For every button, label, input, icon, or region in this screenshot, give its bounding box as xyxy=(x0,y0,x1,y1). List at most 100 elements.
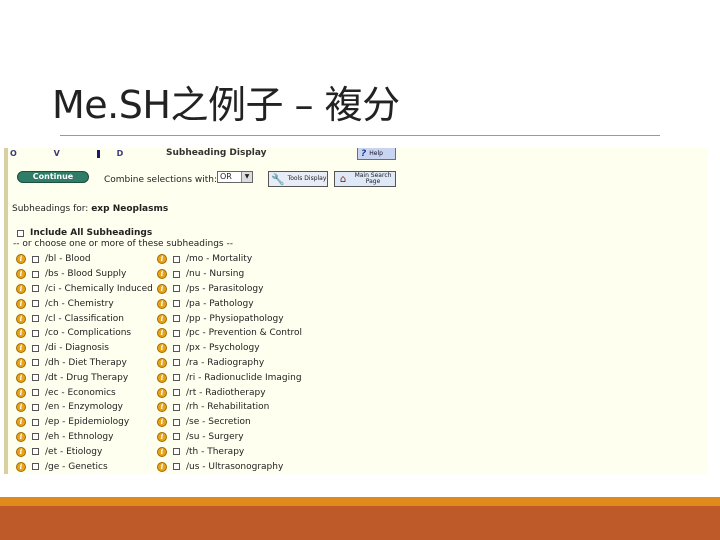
help-button[interactable]: ? Help xyxy=(357,148,396,160)
info-icon[interactable]: i xyxy=(16,402,26,413)
subheading-label: /ch - Chemistry xyxy=(45,298,114,309)
subheadings-for-prefix: Subheadings for: xyxy=(12,204,89,214)
info-icon[interactable]: i xyxy=(16,254,26,265)
info-icon[interactable]: i xyxy=(157,387,167,398)
info-icon[interactable]: i xyxy=(157,372,167,383)
screenshot-left-border xyxy=(4,148,8,474)
combine-operator-select[interactable]: OR ▼ xyxy=(217,171,253,183)
subheading-checkbox[interactable] xyxy=(173,344,180,352)
info-icon[interactable]: i xyxy=(16,283,26,294)
info-icon[interactable]: i xyxy=(157,357,167,368)
subheading-checkbox[interactable] xyxy=(173,389,180,397)
subheading-row: i/th - Therapy xyxy=(157,444,302,459)
info-icon[interactable]: i xyxy=(157,446,167,457)
info-icon[interactable]: i xyxy=(16,387,26,398)
subheading-checkbox[interactable] xyxy=(32,300,39,308)
info-icon[interactable]: i xyxy=(16,343,26,354)
info-icon[interactable]: i xyxy=(157,313,167,324)
subheading-label: /px - Psychology xyxy=(186,343,260,354)
subheading-row: i/pp - Physiopathology xyxy=(157,311,302,326)
subheading-checkbox[interactable] xyxy=(32,374,39,382)
help-icon: ? xyxy=(361,148,367,159)
info-icon[interactable]: i xyxy=(16,446,26,457)
info-icon[interactable]: i xyxy=(157,343,167,354)
subheading-row: i/dt - Drug Therapy xyxy=(16,370,153,385)
info-icon[interactable]: i xyxy=(16,417,26,428)
subheading-checkbox[interactable] xyxy=(32,389,39,397)
tools-display-button[interactable]: 🔧 Tools Display xyxy=(268,171,328,187)
subheading-checkbox[interactable] xyxy=(32,270,39,278)
subheading-checkbox[interactable] xyxy=(32,285,39,293)
subheading-checkbox[interactable] xyxy=(173,255,180,263)
subheading-checkbox[interactable] xyxy=(173,359,180,367)
subheading-checkbox[interactable] xyxy=(32,315,39,323)
info-icon[interactable]: i xyxy=(16,357,26,368)
subheading-checkbox[interactable] xyxy=(173,403,180,411)
subheading-checkbox[interactable] xyxy=(173,448,180,456)
info-icon[interactable]: i xyxy=(16,461,26,472)
subheading-checkbox[interactable] xyxy=(32,433,39,441)
subheading-checkbox[interactable] xyxy=(32,329,39,337)
subheading-label: /di - Diagnosis xyxy=(45,343,109,354)
subheading-checkbox[interactable] xyxy=(173,418,180,426)
subheading-row: i/co - Complications xyxy=(16,326,153,341)
main-search-page-button[interactable]: ⌂ Main Search Page xyxy=(334,171,396,187)
subheading-label: /ps - Parasitology xyxy=(186,283,264,294)
subheading-checkbox[interactable] xyxy=(32,448,39,456)
subheading-row: i/se - Secretion xyxy=(157,415,302,430)
title-divider xyxy=(60,135,660,136)
info-icon[interactable]: i xyxy=(16,313,26,324)
subheading-checkbox[interactable] xyxy=(32,255,39,263)
info-icon[interactable]: i xyxy=(157,417,167,428)
info-icon[interactable]: i xyxy=(16,298,26,309)
info-icon[interactable]: i xyxy=(16,328,26,339)
help-button-label: Help xyxy=(369,150,383,157)
subheading-checkbox[interactable] xyxy=(32,344,39,352)
subheading-label: /nu - Nursing xyxy=(186,269,245,280)
subheading-label: /ec - Economics xyxy=(45,387,116,398)
subheading-checkbox[interactable] xyxy=(173,315,180,323)
info-icon[interactable]: i xyxy=(157,298,167,309)
subheading-checkbox[interactable] xyxy=(32,463,39,471)
subheading-row: i/mo - Mortality xyxy=(157,252,302,267)
subheading-label: /ci - Chemically Induced xyxy=(45,283,153,294)
info-icon[interactable]: i xyxy=(157,269,167,280)
subheading-label: /ge - Genetics xyxy=(45,461,108,472)
subheading-checkbox[interactable] xyxy=(32,418,39,426)
subheading-checkbox[interactable] xyxy=(173,374,180,382)
info-icon[interactable]: i xyxy=(157,328,167,339)
subheading-checkbox[interactable] xyxy=(32,403,39,411)
subheading-checkbox[interactable] xyxy=(32,359,39,367)
subheading-row: i/cl - Classification xyxy=(16,311,153,326)
subheading-row: i/px - Psychology xyxy=(157,341,302,356)
subheading-row: i/rh - Rehabilitation xyxy=(157,400,302,415)
subheading-label: /cl - Classification xyxy=(45,313,125,324)
subheading-row: i/ra - Radiography xyxy=(157,356,302,371)
include-all-checkbox[interactable] xyxy=(17,229,24,237)
subheading-column-right: i/mo - Mortality i/nu - Nursing i/ps - P… xyxy=(157,252,302,474)
subheading-label: /th - Therapy xyxy=(186,446,245,457)
subheading-checkbox[interactable] xyxy=(173,300,180,308)
subheading-checkbox[interactable] xyxy=(173,329,180,337)
wrench-icon: 🔧 xyxy=(271,172,285,186)
info-icon[interactable]: i xyxy=(157,431,167,442)
info-icon[interactable]: i xyxy=(16,269,26,280)
info-icon[interactable]: i xyxy=(16,372,26,383)
subheading-checkbox[interactable] xyxy=(173,433,180,441)
info-icon[interactable]: i xyxy=(157,283,167,294)
info-icon[interactable]: i xyxy=(157,254,167,265)
footer-accent-bar xyxy=(0,497,720,506)
subheading-row: i/pa - Pathology xyxy=(157,296,302,311)
subheading-row: i/ep - Epidemiology xyxy=(16,415,153,430)
subheading-row: i/us - Ultrasonography xyxy=(157,459,302,474)
house-icon: ⌂ xyxy=(339,173,347,185)
subheading-row: i/ps - Parasitology xyxy=(157,282,302,297)
info-icon[interactable]: i xyxy=(157,402,167,413)
subheading-label: /rh - Rehabilitation xyxy=(186,402,270,413)
info-icon[interactable]: i xyxy=(16,431,26,442)
continue-button[interactable]: Continue xyxy=(17,171,89,183)
subheading-checkbox[interactable] xyxy=(173,270,180,278)
subheading-checkbox[interactable] xyxy=(173,463,180,471)
subheading-checkbox[interactable] xyxy=(173,285,180,293)
info-icon[interactable]: i xyxy=(157,461,167,472)
